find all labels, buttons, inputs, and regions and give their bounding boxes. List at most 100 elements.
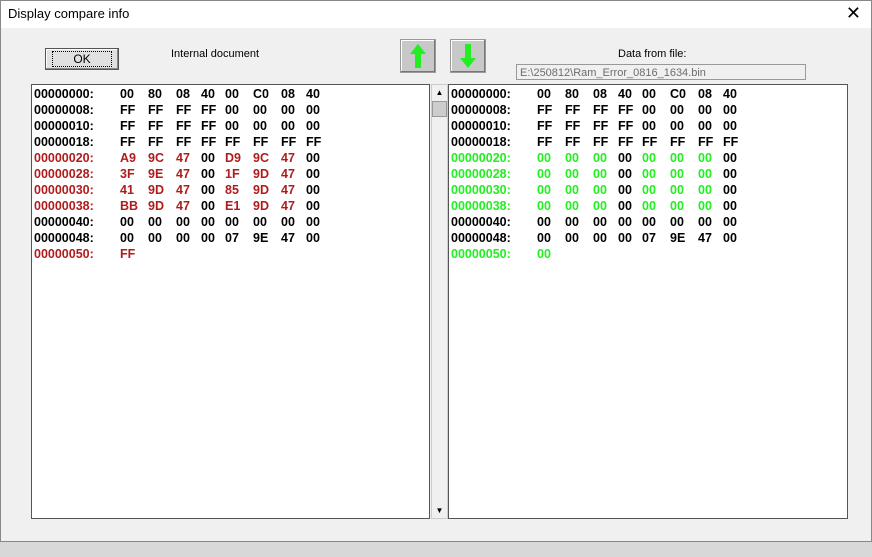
hex-byte: 41 — [120, 183, 134, 197]
hex-byte: 00 — [565, 183, 579, 197]
hex-byte: 08 — [281, 87, 295, 101]
hex-byte: 00 — [670, 167, 684, 181]
hex-byte: BB — [120, 199, 139, 213]
hex-byte: 00 — [281, 103, 295, 117]
hex-byte: 40 — [201, 87, 215, 101]
hex-byte: 00 — [201, 183, 215, 197]
hex-byte: 47 — [281, 151, 295, 165]
hex-byte: 00 — [593, 183, 607, 197]
hex-byte: 40 — [306, 87, 320, 101]
hex-byte: 1F — [225, 167, 240, 181]
row-address: 00000028: — [451, 167, 511, 181]
hex-byte: 47 — [176, 183, 190, 197]
hex-byte: FF — [618, 135, 634, 149]
file-path-field[interactable]: E:\250812\Ram_Error_0816_1634.bin — [516, 64, 806, 80]
hex-byte: 08 — [593, 87, 607, 101]
hex-byte: 47 — [281, 199, 295, 213]
row-address: 00000000: — [451, 87, 511, 101]
hex-byte: 00 — [537, 151, 551, 165]
hex-byte: FF — [148, 135, 164, 149]
scroll-down-icon[interactable]: ▼ — [432, 503, 447, 518]
hex-byte: 00 — [593, 231, 607, 245]
hex-row: 00000010: FF FF FF FF 00 00 00 00 — [32, 119, 429, 135]
hex-byte: FF — [148, 119, 164, 133]
hex-byte: 00 — [698, 215, 712, 229]
scroll-up-icon[interactable]: ▲ — [432, 85, 447, 100]
scrollbar[interactable]: ▲ ▼ — [431, 84, 448, 519]
hex-byte: FF — [306, 135, 322, 149]
hex-byte: FF — [723, 135, 739, 149]
hex-byte: 00 — [201, 215, 215, 229]
scroll-thumb[interactable] — [432, 101, 447, 117]
hex-byte: 00 — [642, 215, 656, 229]
hex-row: 00000020: A9 9C 47 00 D9 9C 47 00 — [32, 151, 429, 167]
arrow-down-icon — [460, 44, 476, 68]
data-from-file-label: Data from file: — [618, 48, 687, 60]
hex-byte: 00 — [670, 151, 684, 165]
hex-byte: 00 — [225, 119, 239, 133]
row-address: 00000040: — [451, 215, 511, 229]
hex-row: 00000020: 00 00 00 00 00 00 00 00 — [449, 151, 847, 167]
hex-byte: 00 — [281, 215, 295, 229]
hex-byte: 00 — [201, 151, 215, 165]
row-address: 00000048: — [34, 231, 94, 245]
hex-byte: FF — [593, 103, 609, 117]
previous-diff-button[interactable] — [400, 39, 436, 73]
hex-byte: 00 — [537, 87, 551, 101]
hex-byte: 00 — [618, 167, 632, 181]
hex-byte: FF — [120, 135, 136, 149]
hex-byte: 47 — [698, 231, 712, 245]
hex-byte: 9D — [253, 199, 269, 213]
hex-byte: 00 — [120, 87, 134, 101]
hex-byte: 00 — [225, 103, 239, 117]
hex-byte: C0 — [253, 87, 269, 101]
hex-byte: 00 — [253, 215, 267, 229]
hex-byte: FF — [176, 103, 192, 117]
hex-byte: 00 — [306, 199, 320, 213]
hex-byte: 00 — [642, 103, 656, 117]
hex-byte: 00 — [565, 151, 579, 165]
hex-row: 00000040: 00 00 00 00 00 00 00 00 — [449, 215, 847, 231]
hex-byte: FF — [565, 135, 581, 149]
hex-row: 00000018: FF FF FF FF FF FF FF FF — [449, 135, 847, 151]
hex-byte: 47 — [281, 167, 295, 181]
ok-label: OK — [52, 51, 112, 67]
hex-byte: FF — [593, 135, 609, 149]
row-address: 00000030: — [451, 183, 511, 197]
row-address: 00000038: — [451, 199, 511, 213]
row-address: 00000048: — [451, 231, 511, 245]
hex-byte: 00 — [618, 231, 632, 245]
hex-byte: 00 — [537, 231, 551, 245]
hex-byte: FF — [176, 135, 192, 149]
hex-byte: C0 — [670, 87, 686, 101]
hex-row: 00000038: BB 9D 47 00 E1 9D 47 00 — [32, 199, 429, 215]
hex-byte: 00 — [618, 199, 632, 213]
title-bar: Display compare info ✕ — [1, 1, 871, 28]
hex-row: 00000048: 00 00 00 00 07 9E 47 00 — [32, 231, 429, 247]
hex-byte: 00 — [698, 183, 712, 197]
hex-row: 00000028: 00 00 00 00 00 00 00 00 — [449, 167, 847, 183]
hex-byte: FF — [201, 103, 217, 117]
hex-byte: FF — [642, 135, 658, 149]
hex-row: 00000048: 00 00 00 00 07 9E 47 00 — [449, 231, 847, 247]
hex-byte: FF — [565, 103, 581, 117]
hex-byte: 07 — [225, 231, 239, 245]
close-icon[interactable]: ✕ — [846, 3, 861, 24]
hex-byte: 00 — [565, 199, 579, 213]
hex-byte: 00 — [120, 215, 134, 229]
internal-hex-panel[interactable]: 00000000: 00 80 08 40 00 C0 08 40 00000008: FF FF FF… — [31, 84, 430, 519]
hex-row: 00000030: 41 9D 47 00 85 9D 47 00 — [32, 183, 429, 199]
row-address: 00000020: — [34, 151, 94, 165]
hex-byte: 00 — [225, 215, 239, 229]
file-hex-panel[interactable]: 00000000: 00 80 08 40 00 C0 08 40 00000008: FF FF FF… — [448, 84, 848, 519]
row-address: 00000010: — [34, 119, 94, 133]
hex-byte: 00 — [670, 215, 684, 229]
hex-byte: FF — [225, 135, 241, 149]
hex-byte: 80 — [565, 87, 579, 101]
hex-byte: 00 — [148, 231, 162, 245]
hex-byte: FF — [618, 103, 634, 117]
hex-byte: 00 — [565, 167, 579, 181]
hex-byte: 00 — [281, 119, 295, 133]
ok-button[interactable]: OK — [45, 48, 119, 70]
next-diff-button[interactable] — [450, 39, 486, 73]
